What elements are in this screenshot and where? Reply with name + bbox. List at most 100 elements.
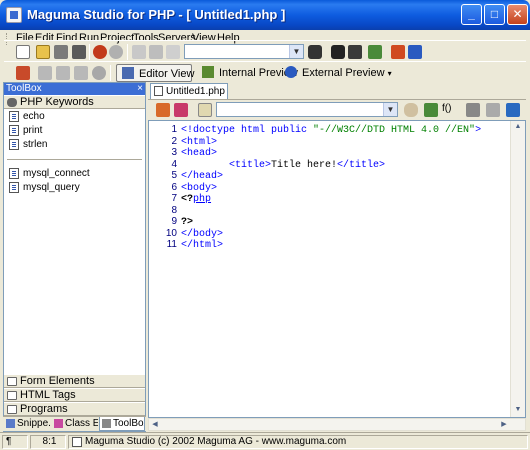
code-text: <html> <box>181 136 218 148</box>
tab-class-explorer[interactable]: Class E... <box>52 417 98 431</box>
comment-bubble-icon[interactable] <box>466 103 480 117</box>
form-elements-icon <box>7 377 17 386</box>
search-dropdown[interactable]: ▼ <box>184 44 304 59</box>
save-all-icon[interactable] <box>72 45 86 59</box>
code-text: </body> <box>181 228 224 240</box>
php-keywords-group[interactable]: PHP Keywords <box>4 95 145 109</box>
code-line[interactable]: 8 <box>149 205 509 217</box>
code-editor[interactable]: 1 <!doctype html public "-//W3C//DTD HTML… <box>148 120 526 418</box>
find-replace-icon[interactable] <box>348 45 362 59</box>
toolbox-item-print[interactable]: print <box>6 124 42 138</box>
step-out-icon[interactable] <box>74 66 88 80</box>
line-number: 7 <box>171 193 177 204</box>
tags-icon[interactable] <box>424 103 438 117</box>
goto-line-icon[interactable] <box>368 45 382 59</box>
cut-icon[interactable] <box>132 45 146 59</box>
run-icon[interactable] <box>391 45 405 59</box>
chevron-down-icon[interactable]: ▼ <box>289 45 303 58</box>
move-up-icon[interactable] <box>156 103 170 117</box>
debug-icon[interactable] <box>16 66 30 80</box>
format-icon[interactable] <box>486 103 500 117</box>
save-icon[interactable] <box>54 45 68 59</box>
editor-view-icon <box>122 67 134 79</box>
globe-icon <box>285 66 297 78</box>
new-file-icon[interactable] <box>16 45 30 59</box>
line-number: 6 <box>171 181 177 193</box>
stop-icon[interactable] <box>92 66 106 80</box>
internal-preview-icon <box>202 66 214 78</box>
toolbox-item-echo[interactable]: echo <box>6 110 45 124</box>
tab-toolbox[interactable]: ToolBox <box>99 417 145 431</box>
binoculars-icon[interactable] <box>308 45 322 59</box>
code-line[interactable]: 10 </body> <box>149 228 509 240</box>
view-toolbar: Editor View Internal Preview External Pr… <box>4 61 526 83</box>
html-tags-label: HTML Tags <box>20 389 76 401</box>
code-line[interactable]: 1 <!doctype html public "-//W3C//DTD HTML… <box>149 124 509 136</box>
status-message-text: Maguma Studio (c) 2002 Maguma AG - www.m… <box>85 436 347 447</box>
horizontal-scrollbar[interactable]: ◀ ▶ <box>148 418 526 431</box>
code-line[interactable]: 4 <title>Title here!</title> <box>149 159 509 171</box>
scroll-left-icon[interactable]: ◀ <box>150 420 160 430</box>
programs-group[interactable]: Programs <box>4 402 145 416</box>
snippet-icon <box>9 168 19 179</box>
code-line[interactable]: 6 <body> <box>149 182 509 194</box>
tab-untitled1[interactable]: Untitled1.php <box>150 83 228 99</box>
toolbox-title: ToolBox <box>6 83 42 94</box>
internal-preview-button[interactable]: Internal Preview <box>197 64 298 82</box>
scroll-down-icon[interactable]: ▼ <box>513 405 523 415</box>
vertical-scrollbar[interactable]: ▲ ▼ <box>510 121 525 417</box>
maximize-button[interactable]: □ <box>484 4 505 25</box>
function-list-button[interactable]: f() <box>442 103 451 114</box>
step-icon[interactable] <box>38 66 52 80</box>
undo-icon[interactable] <box>93 45 107 59</box>
code-line[interactable]: 5 </head> <box>149 170 509 182</box>
close-button[interactable]: ✕ <box>507 4 528 25</box>
line-number: 10 <box>165 227 177 239</box>
minimize-button[interactable]: _ <box>461 4 482 25</box>
scroll-right-icon[interactable]: ▶ <box>499 420 509 430</box>
code-line[interactable]: 11 </html> <box>149 239 509 251</box>
code-line[interactable]: 7 <?php <box>149 193 509 205</box>
code-text: </head> <box>181 171 224 182</box>
snippet-icon <box>9 125 19 136</box>
external-preview-button[interactable]: External Preview ▾ <box>280 64 392 82</box>
code-text: <head> <box>181 148 218 159</box>
chevron-down-icon[interactable]: ▼ <box>383 103 397 116</box>
open-file-icon[interactable] <box>36 45 50 59</box>
toolbox-panel: ToolBox × PHP Keywords echo print strlen… <box>3 82 146 432</box>
toolbox-close-icon[interactable]: × <box>137 83 143 95</box>
preferences-icon[interactable] <box>408 45 422 59</box>
editor-view-label: Editor View <box>139 68 195 80</box>
code-line[interactable]: 9 ?> <box>149 216 509 228</box>
toolbox-item-label: strlen <box>23 139 48 150</box>
editor-view-button[interactable]: Editor View <box>116 64 195 82</box>
html-tags-group[interactable]: HTML Tags <box>4 388 145 402</box>
tab-snippets[interactable]: Snippe... <box>4 417 51 431</box>
refresh-icon[interactable] <box>404 103 418 117</box>
external-preview-label: External Preview <box>302 67 385 79</box>
toolbox-item-mysql-query[interactable]: mysql_query <box>6 181 80 195</box>
paste-icon[interactable] <box>166 45 180 59</box>
function-dropdown[interactable]: ▼ <box>216 102 398 117</box>
find-icon[interactable] <box>331 45 345 59</box>
toolbox-item-label: print <box>23 125 43 136</box>
toolbox-item-strlen[interactable]: strlen <box>6 138 47 152</box>
copy-icon[interactable] <box>149 45 163 59</box>
chevron-down-icon[interactable]: ▾ <box>388 69 392 78</box>
title-bar[interactable]: Maguma Studio for PHP - [ Untitled1.php … <box>0 0 530 30</box>
move-down-icon[interactable] <box>174 103 188 117</box>
code-line[interactable]: 3 <head> <box>149 147 509 159</box>
form-elements-group[interactable]: Form Elements <box>4 374 145 388</box>
toolbox-header: ToolBox × <box>4 83 145 95</box>
line-number: 8 <box>171 204 177 216</box>
step-into-icon[interactable] <box>56 66 70 80</box>
redo-icon[interactable] <box>109 45 123 59</box>
comment-icon[interactable] <box>198 103 212 117</box>
app-icon[interactable] <box>6 7 22 23</box>
tab-class-explorer-label: Class E... <box>65 418 98 429</box>
code-line[interactable]: 2 <html> <box>149 136 509 148</box>
toolbox-item-mysql-connect[interactable]: mysql_connect <box>6 167 90 181</box>
scroll-up-icon[interactable]: ▲ <box>513 122 523 132</box>
programs-icon <box>7 405 17 414</box>
browser-icon[interactable] <box>506 103 520 117</box>
